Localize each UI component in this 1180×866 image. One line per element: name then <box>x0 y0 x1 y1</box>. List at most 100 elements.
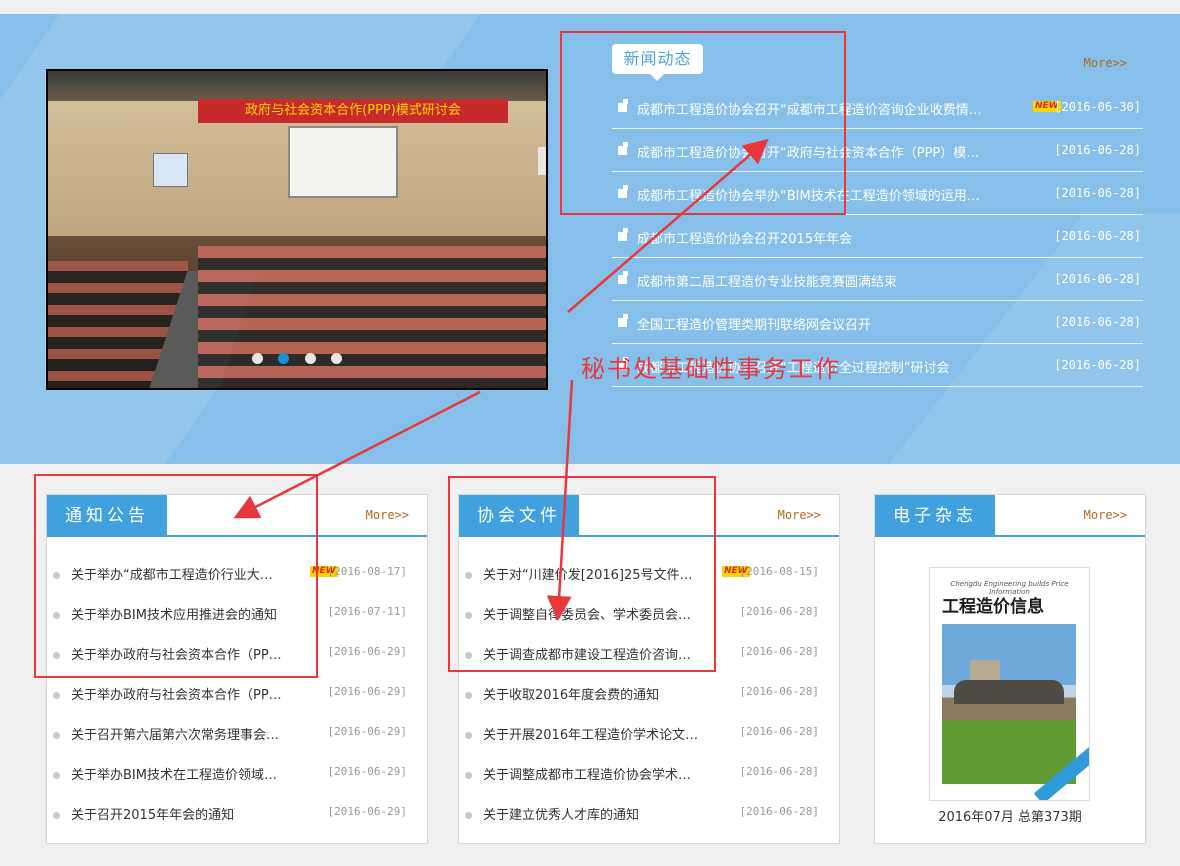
conference-photo[interactable]: 政府与社会资本合作(PPP)模式研讨会 <box>48 71 546 388</box>
list-item-date: [2016-07-11] <box>327 605 407 618</box>
list-item-date: [2016-06-29] <box>327 765 407 778</box>
slider-dot[interactable] <box>330 353 342 364</box>
list-item-title[interactable]: 关于收取2016年度会费的通知 <box>483 684 711 703</box>
news-item-title[interactable]: 成都市工程造价协会召开“政府与社会资本合作（PPP）模… <box>637 142 1027 161</box>
photo-ceiling <box>48 71 546 101</box>
list-item[interactable]: 关于收取2016年度会费的通知 [2016-06-28] <box>459 672 839 712</box>
projector-screen <box>288 126 398 198</box>
cover-building <box>954 680 1064 704</box>
slider-dot-active[interactable] <box>278 353 290 364</box>
documents-list: 关于对“川建价发[2016]25号文件… NEW [2016-08-15] 关于调整自… <box>459 552 839 832</box>
list-item-title[interactable]: 关于举办政府与社会资本合作（PP… <box>71 684 299 703</box>
notices-list: 关于举办“成都市工程造价行业大… NEW [2016-08-17] 关于举办BIM技术… <box>47 552 427 832</box>
notices-tab[interactable]: 通知公告 <box>47 495 167 537</box>
list-item-date: [2016-06-28] <box>739 725 819 738</box>
news-item[interactable]: 成都市工程造价协会召开“政府与社会资本合作（PPP）模… [2016-06-28] <box>612 129 1143 172</box>
list-item-title[interactable]: 关于对“川建价发[2016]25号文件… <box>483 564 711 583</box>
list-item-title[interactable]: 关于举办BIM技术在工程造价领域… <box>71 764 299 783</box>
magazine-caption[interactable]: 2016年07月 总第373期 <box>875 806 1145 825</box>
notices-more-link[interactable]: More>> <box>366 508 409 522</box>
news-item[interactable]: 成都市工程造价协会召开“成都市工程造价咨询企业收费情… NEW [2016-06-3… <box>612 86 1143 129</box>
photo-banner: 政府与社会资本合作(PPP)模式研讨会 <box>198 99 508 123</box>
list-item-date: [2016-06-29] <box>327 805 407 818</box>
list-item[interactable]: 关于调查成都市建设工程造价咨询… [2016-06-28] <box>459 632 839 672</box>
documents-tab[interactable]: 协会文件 <box>459 495 579 537</box>
news-item-date: [2016-06-28] <box>1054 229 1141 243</box>
list-item-title[interactable]: 关于调整自律委员会、学术委员会… <box>483 604 711 623</box>
bullet-icon <box>465 732 472 739</box>
list-item[interactable]: 关于举办政府与社会资本合作（PP… [2016-06-29] <box>47 672 427 712</box>
news-item-date: [2016-06-28] <box>1054 358 1141 372</box>
bullet-icon <box>465 572 472 579</box>
magazine-panel: 电子杂志 More>> Chengdu Engineering builds P… <box>874 494 1146 844</box>
list-item-title[interactable]: 关于举办“成都市工程造价行业大… <box>71 564 299 583</box>
list-item-date: [2016-06-29] <box>327 645 407 658</box>
list-item-date: [2016-06-28] <box>739 605 819 618</box>
news-item-date: [2016-06-28] <box>1054 272 1141 286</box>
news-item[interactable]: 全国工程造价管理类期刊联络网会议召开 [2016-06-28] <box>612 301 1143 344</box>
list-item-title[interactable]: 关于举办BIM技术应用推进会的通知 <box>71 604 299 623</box>
list-item-date: [2016-06-29] <box>327 725 407 738</box>
list-item[interactable]: 关于举办BIM技术在工程造价领域… [2016-06-29] <box>47 752 427 792</box>
bullet-icon <box>618 99 628 112</box>
news-item-date: [2016-06-28] <box>1054 143 1141 157</box>
bullet-icon <box>53 692 60 699</box>
list-item-title[interactable]: 关于召开2015年年会的通知 <box>71 804 299 823</box>
news-more-link[interactable]: More>> <box>1084 56 1127 70</box>
list-item[interactable]: 关于召开第六届第六次常务理事会… [2016-06-29] <box>47 712 427 752</box>
bullet-icon <box>618 314 628 327</box>
bullet-icon <box>465 772 472 779</box>
cover-title: 工程造价信息 <box>942 597 1044 617</box>
news-item-date: [2016-06-30] <box>1054 100 1141 114</box>
list-item[interactable]: 关于开展2016年工程造价学术论文… [2016-06-28] <box>459 712 839 752</box>
list-item[interactable]: 关于举办“成都市工程造价行业大… NEW [2016-08-17] <box>47 552 427 592</box>
list-item[interactable]: 关于建立优秀人才库的通知 [2016-06-28] <box>459 792 839 832</box>
list-item-title[interactable]: 关于开展2016年工程造价学术论文… <box>483 724 711 743</box>
list-item[interactable]: 关于调整自律委员会、学术委员会… [2016-06-28] <box>459 592 839 632</box>
list-item-title[interactable]: 关于调查成都市建设工程造价咨询… <box>483 644 711 663</box>
news-item-title[interactable]: 成都市工程造价协会召开“成都市工程造价咨询企业收费情… <box>637 99 1027 118</box>
bullet-icon <box>53 652 60 659</box>
list-item-date: [2016-06-28] <box>739 805 819 818</box>
list-item-date: [2016-08-15] <box>739 565 819 578</box>
cover-photo <box>942 624 1076 784</box>
news-item[interactable]: 成都市工程造价协会召开2015年年会 [2016-06-28] <box>612 215 1143 258</box>
news-item[interactable]: 成都市第二届工程造价专业技能竞赛圆满结束 [2016-06-28] <box>612 258 1143 301</box>
bullet-icon <box>618 228 628 241</box>
list-item-title[interactable]: 关于调整成都市工程造价协会学术… <box>483 764 711 783</box>
side-screen <box>153 153 188 187</box>
photo-slider[interactable]: 政府与社会资本合作(PPP)模式研讨会 <box>46 69 548 390</box>
bullet-icon <box>465 652 472 659</box>
news-item-title[interactable]: 成都市工程造价协会举办“BIM技术在工程造价领域的运用… <box>637 185 1027 204</box>
news-list: 成都市工程造价协会召开“成都市工程造价咨询企业收费情… NEW [2016-06-3… <box>612 86 1143 387</box>
slider-dot[interactable] <box>304 353 316 364</box>
list-item[interactable]: 关于召开2015年年会的通知 [2016-06-29] <box>47 792 427 832</box>
magazine-more-link[interactable]: More>> <box>1084 508 1127 522</box>
documents-more-link[interactable]: More>> <box>778 508 821 522</box>
bullet-icon <box>465 812 472 819</box>
news-title: 新闻动态 <box>612 44 703 81</box>
panel-header: 协会文件 More>> <box>459 495 839 537</box>
magazine-cover[interactable]: Chengdu Engineering builds Price Informa… <box>929 567 1090 801</box>
list-item[interactable]: 关于举办政府与社会资本合作（PP… [2016-06-29] <box>47 632 427 672</box>
list-item[interactable]: 关于对“川建价发[2016]25号文件… NEW [2016-08-15] <box>459 552 839 592</box>
news-item-date: [2016-06-28] <box>1054 186 1141 200</box>
bullet-icon <box>618 271 628 284</box>
news-item-title[interactable]: 成都市工程造价协会召开2015年年会 <box>637 228 1027 247</box>
panel-header: 电子杂志 More>> <box>875 495 1145 537</box>
list-item-date: [2016-06-28] <box>739 765 819 778</box>
list-item[interactable]: 关于举办BIM技术应用推进会的通知 [2016-07-11] <box>47 592 427 632</box>
magazine-tab[interactable]: 电子杂志 <box>875 495 995 537</box>
list-item-title[interactable]: 关于举办政府与社会资本合作（PP… <box>71 644 299 663</box>
list-item-date: [2016-08-17] <box>327 565 407 578</box>
list-item-date: [2016-06-29] <box>327 685 407 698</box>
list-item-title[interactable]: 关于召开第六届第六次常务理事会… <box>71 724 299 743</box>
news-item[interactable]: 成都市工程造价协会举办“BIM技术在工程造价领域的运用… [2016-06-28] <box>612 172 1143 215</box>
slider-dot[interactable] <box>252 353 264 364</box>
list-item-title[interactable]: 关于建立优秀人才库的通知 <box>483 804 711 823</box>
news-item-title[interactable]: 成都市第二届工程造价专业技能竞赛圆满结束 <box>637 271 1027 290</box>
news-item-title[interactable]: 全国工程造价管理类期刊联络网会议召开 <box>637 314 1027 333</box>
panel-header: 通知公告 More>> <box>47 495 427 537</box>
list-item[interactable]: 关于调整成都市工程造价协会学术… [2016-06-28] <box>459 752 839 792</box>
bullet-icon <box>53 732 60 739</box>
